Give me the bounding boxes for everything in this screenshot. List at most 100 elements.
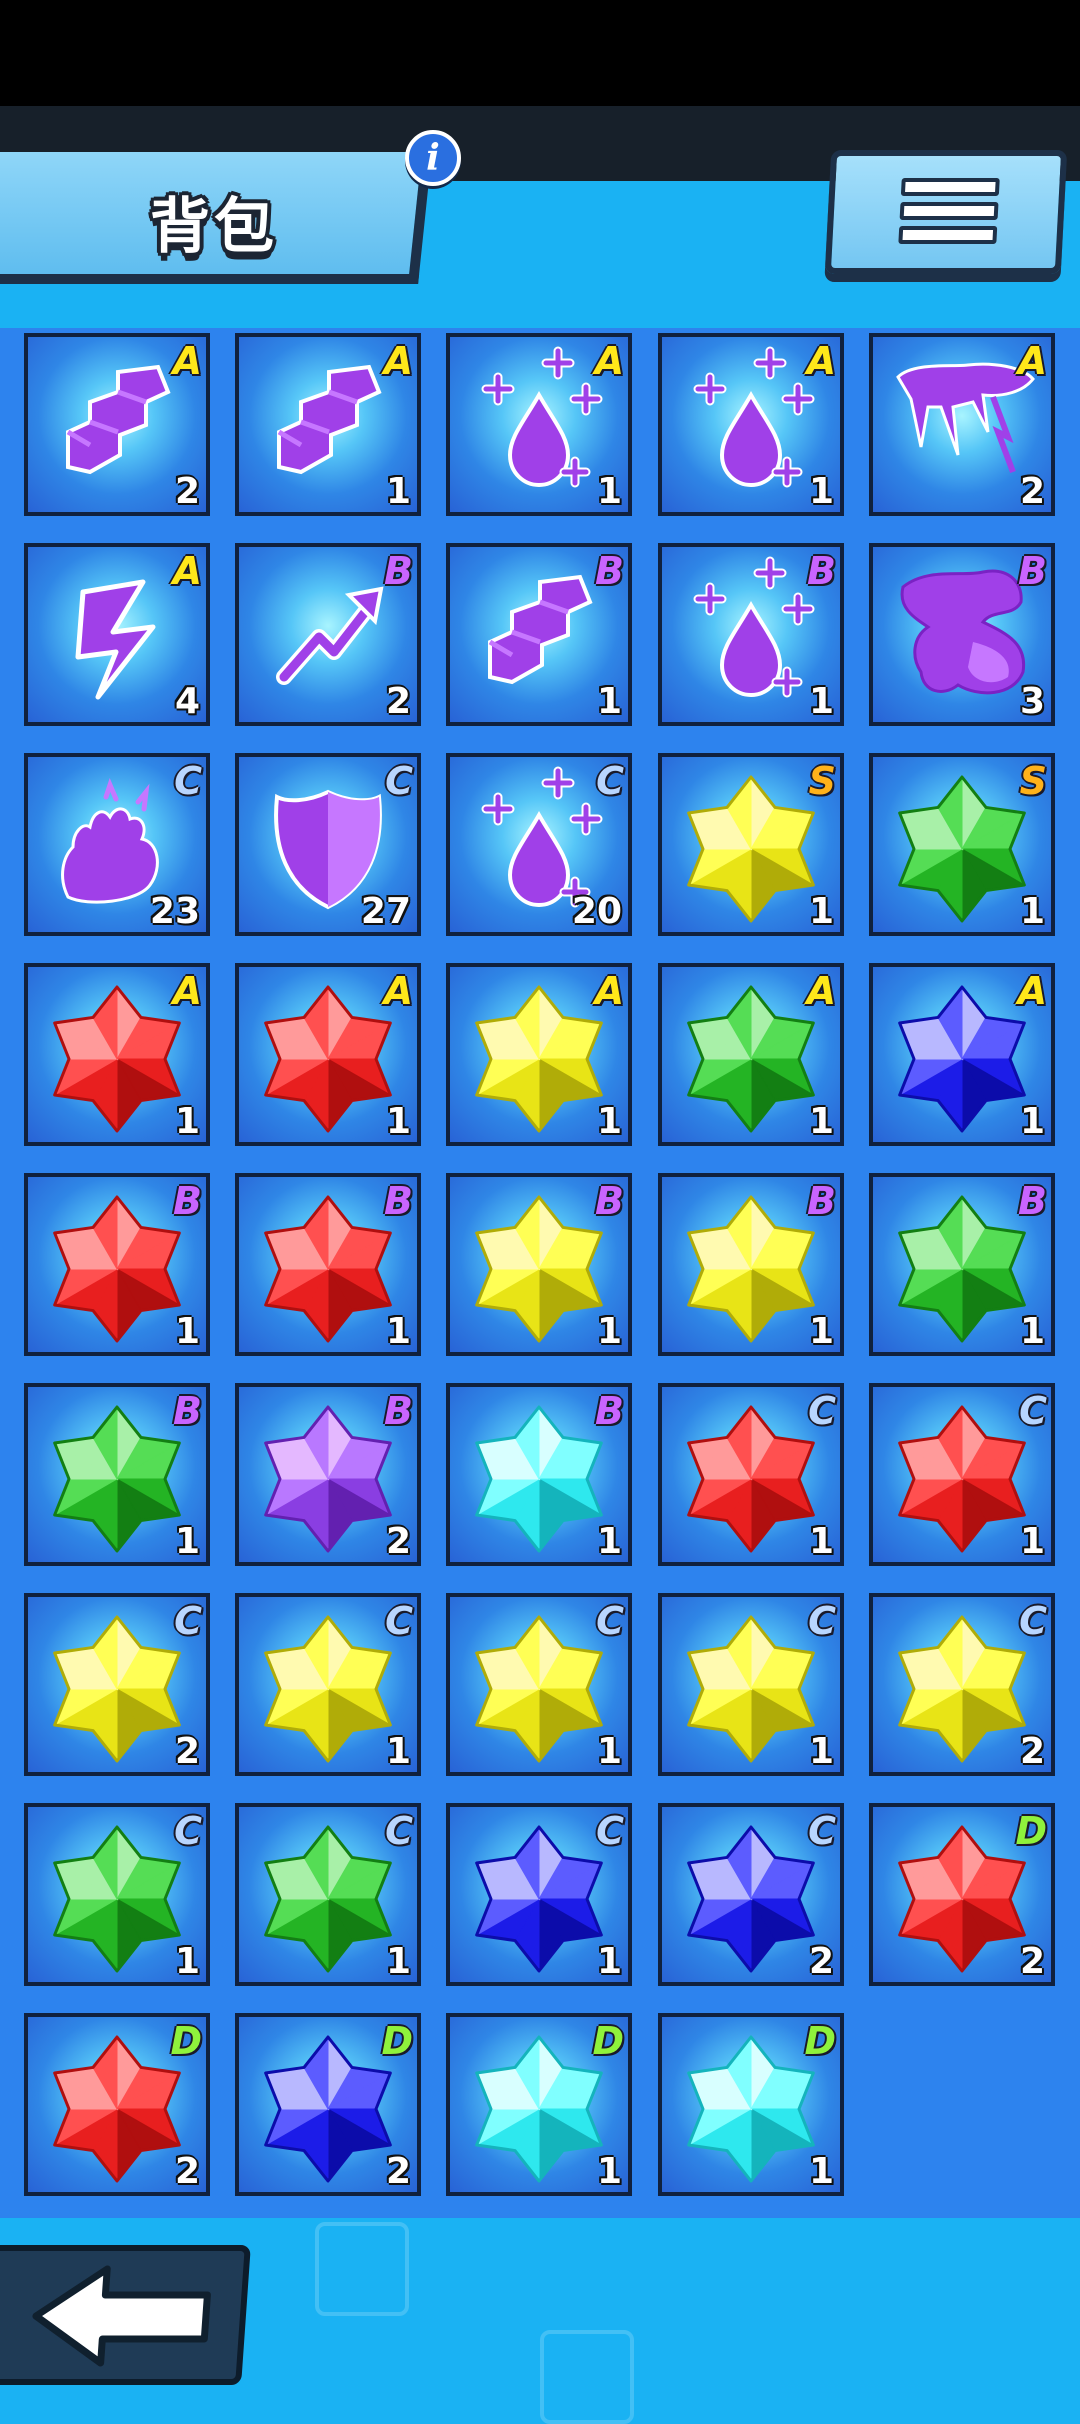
back-button[interactable] <box>0 2245 251 2385</box>
grade-badge: B <box>1018 1179 1047 1223</box>
info-icon[interactable]: i <box>405 130 461 186</box>
grade-badge: C <box>596 759 624 803</box>
item-quantity: 1 <box>1019 1311 1045 1352</box>
item-quantity: 1 <box>808 1101 834 1142</box>
inventory-slot[interactable]: D1 <box>446 2013 632 2196</box>
item-quantity: 1 <box>808 681 834 722</box>
inventory-slot[interactable]: C1 <box>446 1593 632 1776</box>
item-quantity: 1 <box>808 471 834 512</box>
inventory-slot[interactable]: D2 <box>869 1803 1055 1986</box>
inventory-slot[interactable]: A1 <box>446 333 632 516</box>
item-quantity: 1 <box>1019 1101 1045 1142</box>
item-quantity: 1 <box>174 1101 200 1142</box>
grade-badge: C <box>1019 1389 1047 1433</box>
inventory-slot[interactable]: B1 <box>446 1173 632 1356</box>
inventory-slot[interactable]: S1 <box>869 753 1055 936</box>
inventory-slot[interactable]: B1 <box>24 1173 210 1356</box>
inventory-slot[interactable]: B1 <box>235 1173 421 1356</box>
grade-badge: B <box>807 549 836 593</box>
item-quantity: 2 <box>808 1941 834 1982</box>
item-quantity: 1 <box>174 1521 200 1562</box>
item-quantity: 2 <box>174 1731 200 1772</box>
grade-badge: S <box>808 759 836 803</box>
inventory-slot[interactable]: C1 <box>446 1803 632 1986</box>
item-quantity: 1 <box>596 1941 622 1982</box>
grade-badge: A <box>1017 339 1047 383</box>
background-decoration <box>315 2222 409 2316</box>
inventory-slot[interactable]: B1 <box>24 1383 210 1566</box>
inventory-slot[interactable]: B1 <box>658 1173 844 1356</box>
menu-button[interactable] <box>824 150 1068 274</box>
item-quantity: 1 <box>385 471 411 512</box>
grade-badge: B <box>595 1179 624 1223</box>
grade-badge: C <box>174 1809 202 1853</box>
grade-badge: C <box>385 1809 413 1853</box>
inventory-slot[interactable]: B2 <box>235 1383 421 1566</box>
item-quantity: 4 <box>174 681 200 722</box>
hamburger-menu-icon <box>900 178 1000 196</box>
inventory-slot[interactable]: C1 <box>658 1593 844 1776</box>
grade-badge: C <box>808 1599 836 1643</box>
inventory-slot[interactable]: B1 <box>446 543 632 726</box>
inventory-slot[interactable]: B1 <box>658 543 844 726</box>
grade-badge: B <box>807 1179 836 1223</box>
grade-badge: D <box>381 2019 413 2063</box>
inventory-slot[interactable]: S1 <box>658 753 844 936</box>
inventory-slot[interactable]: B1 <box>446 1383 632 1566</box>
inventory-slot[interactable]: C2 <box>24 1593 210 1776</box>
inventory-slot[interactable]: C2 <box>658 1803 844 1986</box>
grade-badge: C <box>808 1809 836 1853</box>
inventory-slot[interactable]: C 20 <box>446 753 632 936</box>
grade-badge: B <box>384 549 413 593</box>
item-quantity: 1 <box>808 1731 834 1772</box>
inventory-slot[interactable]: C1 <box>235 1803 421 1986</box>
inventory-slot[interactable]: A4 <box>24 543 210 726</box>
hamburger-menu-icon <box>898 226 998 244</box>
inventory-slot[interactable]: A1 <box>446 963 632 1146</box>
item-quantity: 1 <box>596 1101 622 1142</box>
item-quantity: 27 <box>360 891 411 932</box>
inventory-slot[interactable]: C1 <box>658 1383 844 1566</box>
grade-badge: A <box>172 339 202 383</box>
inventory-slot[interactable]: A1 <box>235 333 421 516</box>
inventory-slot[interactable]: C 27 <box>235 753 421 936</box>
inventory-slot[interactable]: C 23 <box>24 753 210 936</box>
inventory-slot[interactable]: C1 <box>235 1593 421 1776</box>
inventory-slot[interactable]: B3 <box>869 543 1055 726</box>
inventory-slot[interactable]: A2 <box>24 333 210 516</box>
grade-badge: C <box>385 759 413 803</box>
inventory-slot[interactable]: A2 <box>869 333 1055 516</box>
grade-badge: A <box>806 969 836 1013</box>
item-quantity: 1 <box>808 1521 834 1562</box>
item-quantity: 3 <box>1019 681 1045 722</box>
item-quantity: 2 <box>1019 1941 1045 1982</box>
item-quantity: 1 <box>385 1101 411 1142</box>
inventory-slot[interactable]: A1 <box>658 963 844 1146</box>
inventory-slot[interactable]: C1 <box>869 1383 1055 1566</box>
inventory-slot[interactable]: C2 <box>869 1593 1055 1776</box>
inventory-slot[interactable]: C1 <box>24 1803 210 1986</box>
item-quantity: 20 <box>571 891 622 932</box>
grade-badge: D <box>804 2019 836 2063</box>
inventory-slot[interactable]: B2 <box>235 543 421 726</box>
grade-badge: A <box>1017 969 1047 1013</box>
grade-badge: C <box>174 759 202 803</box>
grade-badge: S <box>1019 759 1047 803</box>
item-quantity: 1 <box>596 1521 622 1562</box>
grade-badge: C <box>174 1599 202 1643</box>
grade-badge: A <box>806 339 836 383</box>
item-quantity: 2 <box>174 2151 200 2192</box>
grade-badge: A <box>172 549 202 593</box>
inventory-slot[interactable]: B1 <box>869 1173 1055 1356</box>
inventory-slot[interactable]: A1 <box>235 963 421 1146</box>
grade-badge: D <box>592 2019 624 2063</box>
inventory-slot[interactable]: D1 <box>658 2013 844 2196</box>
inventory-slot[interactable]: D2 <box>235 2013 421 2196</box>
inventory-slot[interactable]: A1 <box>658 333 844 516</box>
grade-badge: D <box>170 2019 202 2063</box>
grade-badge: A <box>594 969 624 1013</box>
inventory-slot[interactable]: A1 <box>869 963 1055 1146</box>
item-quantity: 2 <box>385 1521 411 1562</box>
inventory-slot[interactable]: A1 <box>24 963 210 1146</box>
inventory-slot[interactable]: D2 <box>24 2013 210 2196</box>
